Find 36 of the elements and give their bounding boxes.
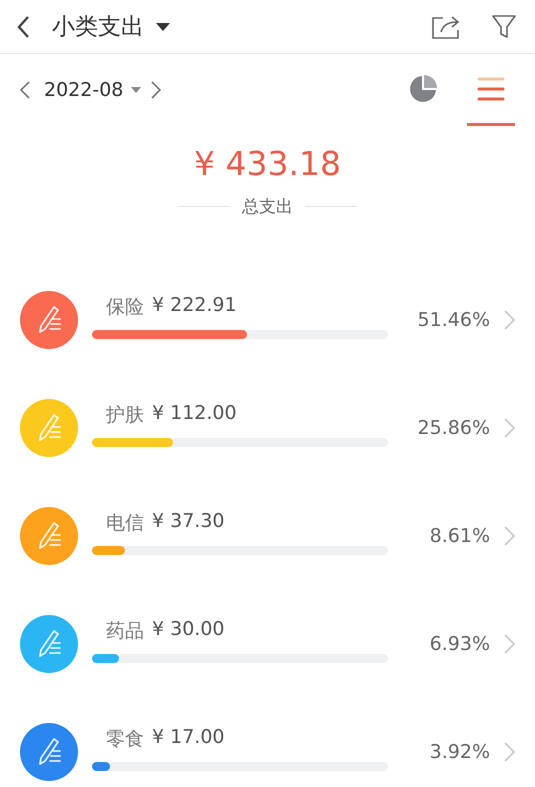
category-amount: ¥ 30.00 [152, 618, 225, 642]
title-dropdown[interactable]: 小类支出 [52, 11, 170, 42]
caret-icon [156, 22, 170, 30]
category-amount: ¥ 37.30 [152, 510, 225, 534]
back-button[interactable] [16, 14, 30, 38]
list-icon [476, 76, 506, 102]
category-percent: 3.92% [430, 741, 490, 763]
category-amount: ¥ 222.91 [152, 294, 237, 318]
total-amount: ¥ 433.18 [194, 144, 341, 183]
next-month-button[interactable] [151, 81, 162, 99]
chevron-right-icon [504, 526, 515, 546]
filter-button[interactable] [491, 14, 517, 40]
category-name: 零食 [106, 726, 144, 752]
previous-month-button[interactable] [20, 81, 30, 99]
category-percent: 51.46% [418, 309, 490, 331]
filter-icon [491, 14, 517, 40]
category-percent: 25.86% [418, 417, 490, 439]
total-label: 总支出 [242, 196, 293, 218]
caret-icon [131, 87, 142, 93]
category-name: 护肤 [106, 402, 144, 428]
chevron-right-icon [504, 742, 515, 762]
pie-chart-icon [408, 74, 438, 104]
category-amount: ¥ 112.00 [152, 402, 237, 426]
chevron-right-icon [504, 418, 515, 438]
category-name: 电信 [106, 510, 144, 536]
category-percent: 6.93% [430, 633, 490, 655]
back-icon [16, 14, 30, 38]
month-selector[interactable]: 2022-08 [44, 79, 142, 101]
category-percent: 8.61% [430, 525, 490, 547]
category-amount: ¥ 17.00 [152, 726, 225, 750]
chevron-right-icon [504, 310, 515, 330]
category-name: 药品 [106, 618, 144, 644]
chevron-left-icon [20, 81, 30, 99]
chevron-right-icon [151, 81, 162, 99]
chevron-right-icon [504, 634, 515, 654]
category-name: 保险 [106, 294, 144, 320]
